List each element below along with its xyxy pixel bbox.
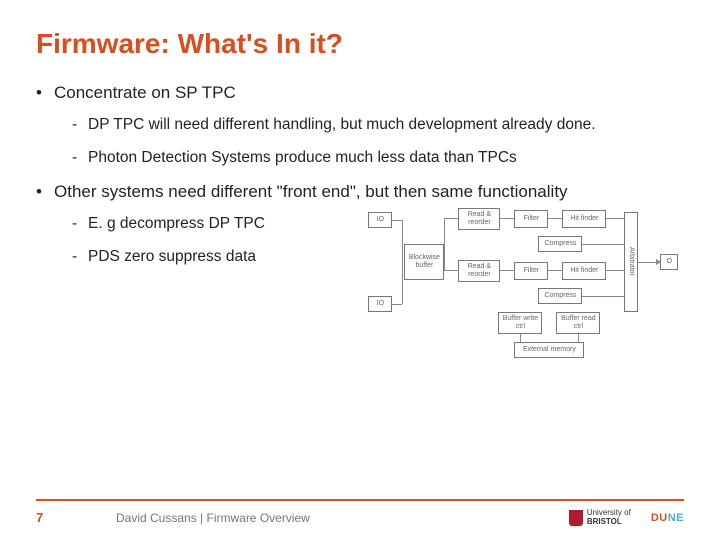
footer-text: David Cussans | Firmware Overview	[116, 511, 569, 525]
dune-ne: NE	[668, 512, 684, 524]
bullet-2: Other systems need different "front end"…	[36, 181, 684, 359]
diagram-output: O	[660, 254, 678, 270]
dune-logo: DUNE	[651, 512, 684, 524]
diagram-filter-2: Filter	[514, 262, 548, 280]
diagram-read-reorder-1: Read & reorder	[458, 208, 500, 230]
diagram-external-memory: External memory	[514, 342, 584, 358]
diagram-hit-finder-1: Hit finder	[562, 210, 606, 228]
bullet-2-1: E. g decompress DP TPC	[54, 214, 356, 235]
logo-group: University of BRISTOL DUNE	[569, 509, 684, 526]
block-diagram: IO IO Blockwise buffer Read & reorder Re…	[366, 204, 684, 359]
footer-rule	[36, 499, 684, 501]
bullet-2-text: Other systems need different "front end"…	[54, 182, 568, 201]
bullet-2-sublist: E. g decompress DP TPC PDS zero suppress…	[54, 214, 356, 268]
diagram-compress-1: Compress	[538, 236, 582, 252]
diagram-hit-finder-2: Hit finder	[562, 262, 606, 280]
diagram-buffer-write-ctrl: Buffer write ctrl	[498, 312, 542, 334]
diagram-arbitrator: Arbitrator	[624, 212, 638, 312]
bullet-1-2: Photon Detection Systems produce much le…	[54, 148, 684, 169]
diagram-io-bottom: IO	[368, 296, 392, 312]
bristol-logo-text: University of BRISTOL	[587, 509, 631, 526]
diagram-io-top: IO	[368, 212, 392, 228]
bullet-1-sublist: DP TPC will need different handling, but…	[54, 115, 684, 169]
diagram-buffer-read-ctrl: Buffer read ctrl	[556, 312, 600, 334]
slide-title: Firmware: What's In it?	[36, 28, 684, 60]
diagram-compress-2: Compress	[538, 288, 582, 304]
bullet-1-text: Concentrate on SP TPC	[54, 83, 236, 102]
footer: 7 David Cussans | Firmware Overview Univ…	[0, 509, 720, 526]
dune-du: DU	[651, 512, 668, 524]
diagram-blockwise-buffer: Blockwise buffer	[404, 244, 444, 280]
bristol-logo: University of BRISTOL	[569, 509, 631, 526]
bullet-2-2: PDS zero suppress data	[54, 247, 356, 268]
bullet-list: Concentrate on SP TPC DP TPC will need d…	[36, 82, 684, 359]
slide: Firmware: What's In it? Concentrate on S…	[0, 0, 720, 540]
diagram-filter-1: Filter	[514, 210, 548, 228]
diagram-read-reorder-2: Read & reorder	[458, 260, 500, 282]
page-number: 7	[36, 510, 116, 525]
bristol-line-2: BRISTOL	[587, 518, 631, 526]
bullet-1: Concentrate on SP TPC DP TPC will need d…	[36, 82, 684, 169]
bristol-crest-icon	[569, 510, 583, 526]
bullet-1-1: DP TPC will need different handling, but…	[54, 115, 684, 136]
